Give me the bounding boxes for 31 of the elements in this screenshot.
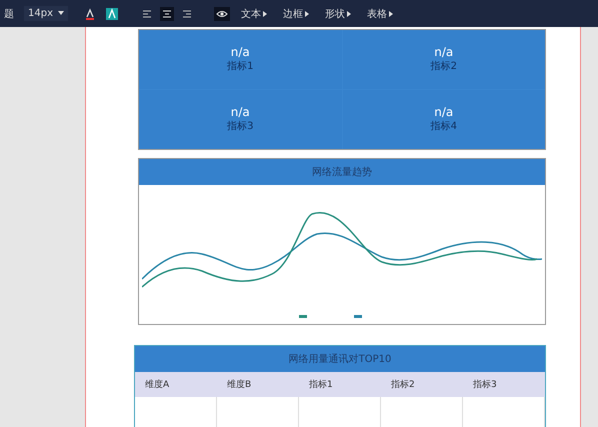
- metric-value: n/a: [230, 45, 250, 60]
- metric-value: n/a: [434, 45, 454, 60]
- column-header: 指标1: [308, 378, 334, 391]
- menu-button[interactable]: 形状: [320, 4, 356, 22]
- metric-label: 指标4: [430, 120, 457, 134]
- caret-right-icon: [347, 10, 352, 17]
- metric-value: n/a: [230, 105, 250, 120]
- caret-down-icon: [58, 11, 64, 16]
- legend-marker-icon: [354, 315, 362, 318]
- menu-button[interactable]: 表格: [362, 4, 398, 22]
- column-header: 指标3: [472, 378, 498, 391]
- font-size-dropdown[interactable]: 14px: [24, 6, 68, 21]
- eye-icon[interactable]: [214, 6, 230, 20]
- highlight-icon[interactable]: [104, 6, 120, 22]
- column-header: 维度A: [144, 378, 170, 391]
- column-header: 维度B: [226, 378, 252, 391]
- metric-label: 指标2: [430, 60, 457, 74]
- metric-label: 指标1: [227, 60, 254, 74]
- column-header: 指标2: [390, 378, 416, 391]
- caret-right-icon: [389, 10, 394, 17]
- toolbar-label: 题: [4, 8, 14, 20]
- chart-title: 网络流量趋势: [139, 158, 545, 185]
- metric-value: n/a: [434, 105, 454, 120]
- legend-marker-icon: [299, 315, 307, 318]
- metric-label: 指标3: [227, 120, 254, 134]
- caret-right-icon: [263, 10, 268, 17]
- table-title: 网络用量通讯对TOP10: [135, 346, 545, 372]
- align-center-icon[interactable]: [160, 6, 174, 20]
- caret-right-icon: [305, 10, 310, 17]
- menu-button[interactable]: 文本: [236, 4, 272, 22]
- menu-button[interactable]: 边框: [278, 4, 314, 22]
